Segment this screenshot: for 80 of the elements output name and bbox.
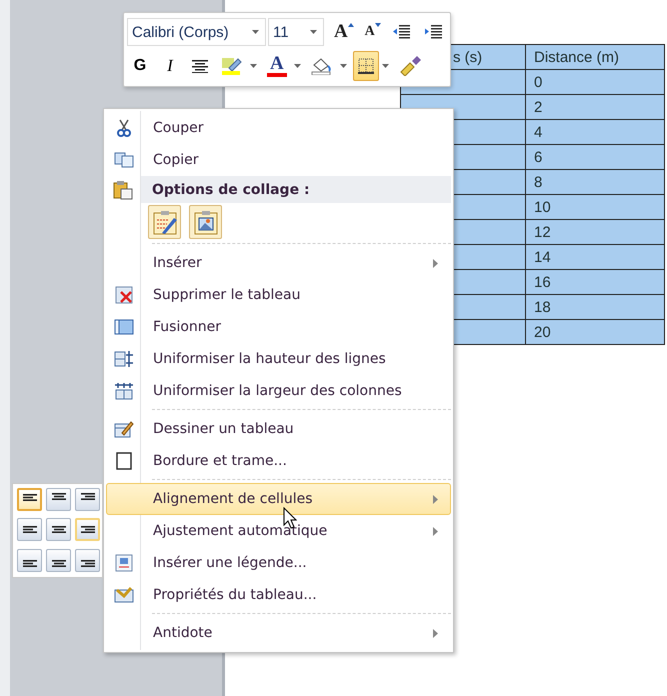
menu-section-header: Options de collage : (140, 176, 451, 203)
dropdown-arrow-icon[interactable] (250, 64, 257, 68)
font-size-field[interactable]: 11 (268, 18, 324, 46)
table-cell: 10 (526, 194, 664, 220)
borders-button[interactable] (352, 51, 379, 81)
scissors-icon (116, 119, 132, 137)
font-name-field[interactable]: Calibri (Corps) (127, 18, 266, 46)
menu-item[interactable]: Alignement de cellules (106, 483, 451, 515)
borders-icon (356, 57, 375, 75)
table-cell: 12 (526, 220, 664, 244)
keep-formatting-paste-button[interactable] (148, 205, 181, 239)
text-lines-icon (80, 560, 94, 567)
caret-icon (252, 30, 259, 34)
table-cell: 14 (526, 244, 664, 270)
decrease-indent-icon (392, 23, 412, 41)
text-lines-icon (52, 493, 66, 500)
shrink-font-button[interactable]: A (360, 17, 386, 47)
cell-alignment-button[interactable] (17, 488, 42, 511)
paste-as-picture-button[interactable] (189, 205, 222, 239)
caret-icon (310, 30, 317, 34)
cell-alignment-button[interactable] (75, 518, 100, 542)
column-header: Distance (m) (526, 44, 664, 70)
column-width-icon (114, 382, 134, 400)
grow-font-button[interactable]: A (330, 17, 358, 47)
copy-icon (114, 152, 134, 168)
table-cell: 4 (526, 120, 664, 144)
down-triangle-icon (374, 23, 381, 27)
menu-item[interactable]: Ajustement automatique (106, 515, 451, 547)
text-lines-icon (52, 526, 66, 534)
pencil-table-icon (114, 420, 134, 438)
menu-item[interactable]: Dessiner un tableau (106, 413, 451, 445)
menu-item[interactable]: Fusionner (106, 311, 451, 343)
menu-item[interactable]: Insérer (106, 247, 451, 279)
menu-item[interactable]: Couper (106, 112, 451, 144)
clipboard-icon (113, 180, 133, 200)
text-lines-icon (80, 526, 94, 534)
text-lines-icon (80, 493, 94, 500)
table-cell: 6 (526, 144, 664, 170)
table-cell: 20 (526, 320, 664, 344)
highlighter-icon (221, 57, 243, 75)
table-cell: 2 (526, 94, 664, 120)
cell-alignment-button[interactable] (46, 488, 71, 511)
text-lines-icon (22, 494, 36, 501)
merge-cells-icon (114, 319, 134, 335)
text-lines-icon (52, 560, 66, 567)
menu-item[interactable]: Copier (106, 144, 451, 176)
menu-item[interactable]: Insérer une légende... (106, 547, 451, 579)
table-cell: 18 (526, 294, 664, 320)
menu-item[interactable]: Supprimer le tableau (106, 279, 451, 311)
cell-alignment-button[interactable] (17, 518, 42, 542)
cell-alignment-button[interactable] (46, 548, 71, 572)
text-lines-icon (22, 526, 36, 534)
menu-item[interactable]: Uniformiser la hauteur des lignes (106, 343, 451, 375)
paint-bucket-icon (310, 57, 333, 75)
dropdown-arrow-icon[interactable] (340, 64, 347, 68)
menu-item[interactable]: Propriétés du tableau... (106, 579, 451, 611)
font-color-button[interactable]: A (263, 51, 291, 81)
cell-alignment-button[interactable] (46, 518, 71, 542)
caption-icon (115, 554, 133, 572)
cell-alignment-button[interactable] (75, 488, 100, 511)
table-cell: 8 (526, 170, 664, 194)
page-border-icon (116, 452, 132, 470)
text-lines-icon (22, 560, 36, 567)
menu-item[interactable]: Antidote (106, 617, 451, 649)
cell-alignment-button[interactable] (17, 548, 42, 572)
center-align-icon (191, 59, 209, 73)
dropdown-arrow-icon[interactable] (294, 64, 301, 68)
up-triangle-icon (348, 23, 354, 27)
delete-table-icon (115, 286, 133, 304)
menu-item[interactable]: Bordure et trame... (106, 445, 451, 477)
paintbrush-icon (398, 56, 421, 76)
dropdown-arrow-icon[interactable] (382, 64, 389, 68)
table-cell: 0 (526, 70, 664, 94)
menu-item[interactable]: Uniformiser la largeur des colonnes (106, 375, 451, 407)
table-properties-icon (114, 587, 134, 603)
table-cell: 16 (526, 270, 664, 294)
cell-alignment-button[interactable] (75, 548, 100, 572)
bold-button[interactable]: G (127, 51, 153, 81)
row-height-icon (114, 350, 134, 368)
italic-button[interactable]: I (157, 51, 183, 81)
